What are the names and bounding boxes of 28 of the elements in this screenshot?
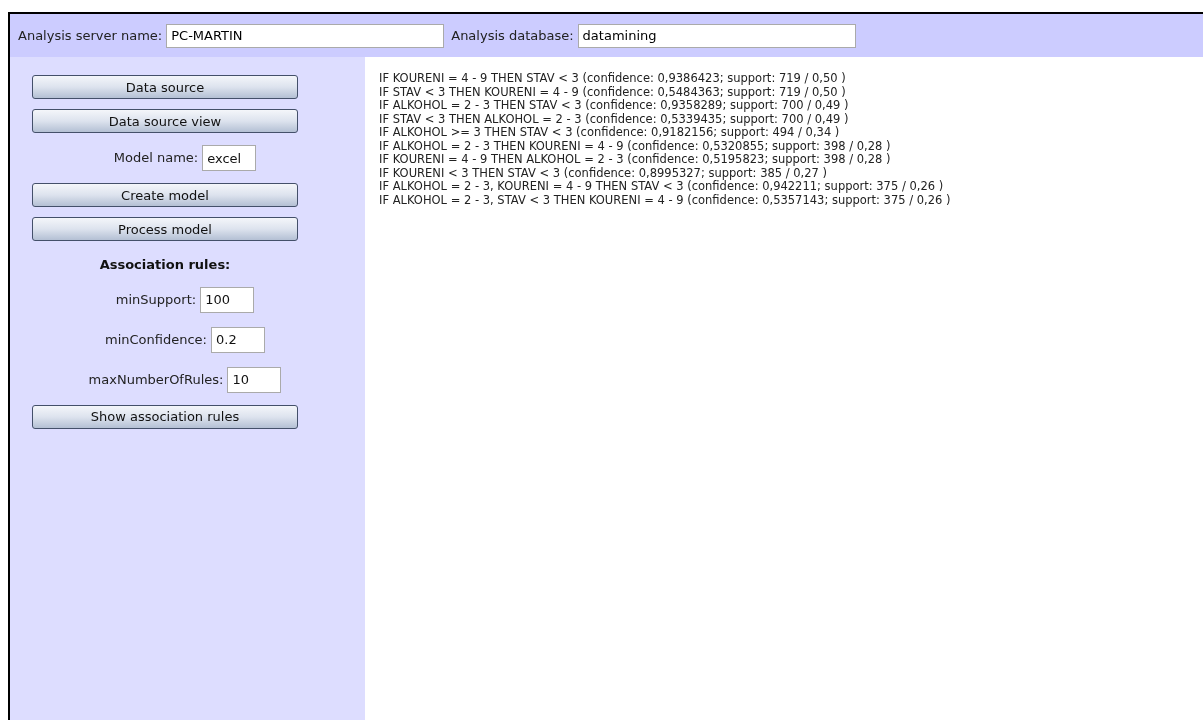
field-label: Analysis database: [451, 26, 574, 45]
rule-line: IF KOURENI = 4 - 9 THEN ALKOHOL = 2 - 3 (confidence: 0,5195823; support: 398 / 0,28 ) [379, 153, 892, 167]
action-button[interactable]: Show association rules [32, 404, 298, 429]
rule-line: IF ALKOHOL = 2 - 3, KOURENI = 4 - 9 THEN STAV < 3 (confidence: 0,942211; support: 375 / 0,26 ) [379, 180, 945, 194]
input-field[interactable]: 0.2 [211, 326, 265, 353]
input-field[interactable]: datamining [577, 23, 856, 48]
action-button[interactable]: Process model [32, 217, 298, 241]
section-heading: Association rules: [99, 256, 231, 274]
rule-line: IF ALKOHOL = 2 - 3, STAV < 3 THEN KOURENI = 4 - 9 (confidence: 0,5357143; support: 375 / 0,26 ) [379, 193, 952, 207]
action-button[interactable]: Data source view [32, 109, 298, 133]
field-label: minConfidence: [105, 330, 207, 349]
field-label: maxNumberOfRules: [88, 370, 224, 389]
rule-line: IF STAV < 3 THEN ALKOHOL = 2 - 3 (confidence: 0,5339435; support: 700 / 0,49 ) [379, 112, 850, 126]
rule-line: IF KOURENI < 3 THEN STAV < 3 (confidence: 0,8995327; support: 385 / 0,27 ) [379, 166, 828, 180]
field-label: Model name: [113, 149, 199, 168]
action-button[interactable]: Create model [32, 183, 298, 207]
input-field[interactable]: 10 [227, 366, 282, 393]
rule-line: IF ALKOHOL >= 3 THEN STAV < 3 (confidence: 0,9182156; support: 494 / 0,34 ) [379, 126, 841, 140]
rule-line: IF STAV < 3 THEN KOURENI = 4 - 9 (confidence: 0,5484363; support: 719 / 0,50 ) [379, 85, 847, 99]
rule-line: IF KOURENI = 4 - 9 THEN STAV < 3 (confidence: 0,9386423; support: 719 / 0,50 ) [379, 72, 847, 86]
action-button[interactable]: Data source [32, 75, 298, 99]
rule-line: IF ALKOHOL = 2 - 3 THEN KOURENI = 4 - 9 (confidence: 0,5320855; support: 398 / 0,28 ) [379, 139, 892, 153]
rule-line: IF ALKOHOL = 2 - 3 THEN STAV < 3 (confidence: 0,9358289; support: 700 / 0,49 ) [379, 99, 850, 113]
input-field[interactable]: PC-MARTIN [166, 23, 445, 48]
input-field[interactable]: excel [202, 145, 257, 171]
field-label: Analysis server name: [18, 26, 163, 45]
input-field[interactable]: 100 [200, 286, 255, 313]
field-label: minSupport: [115, 290, 197, 309]
